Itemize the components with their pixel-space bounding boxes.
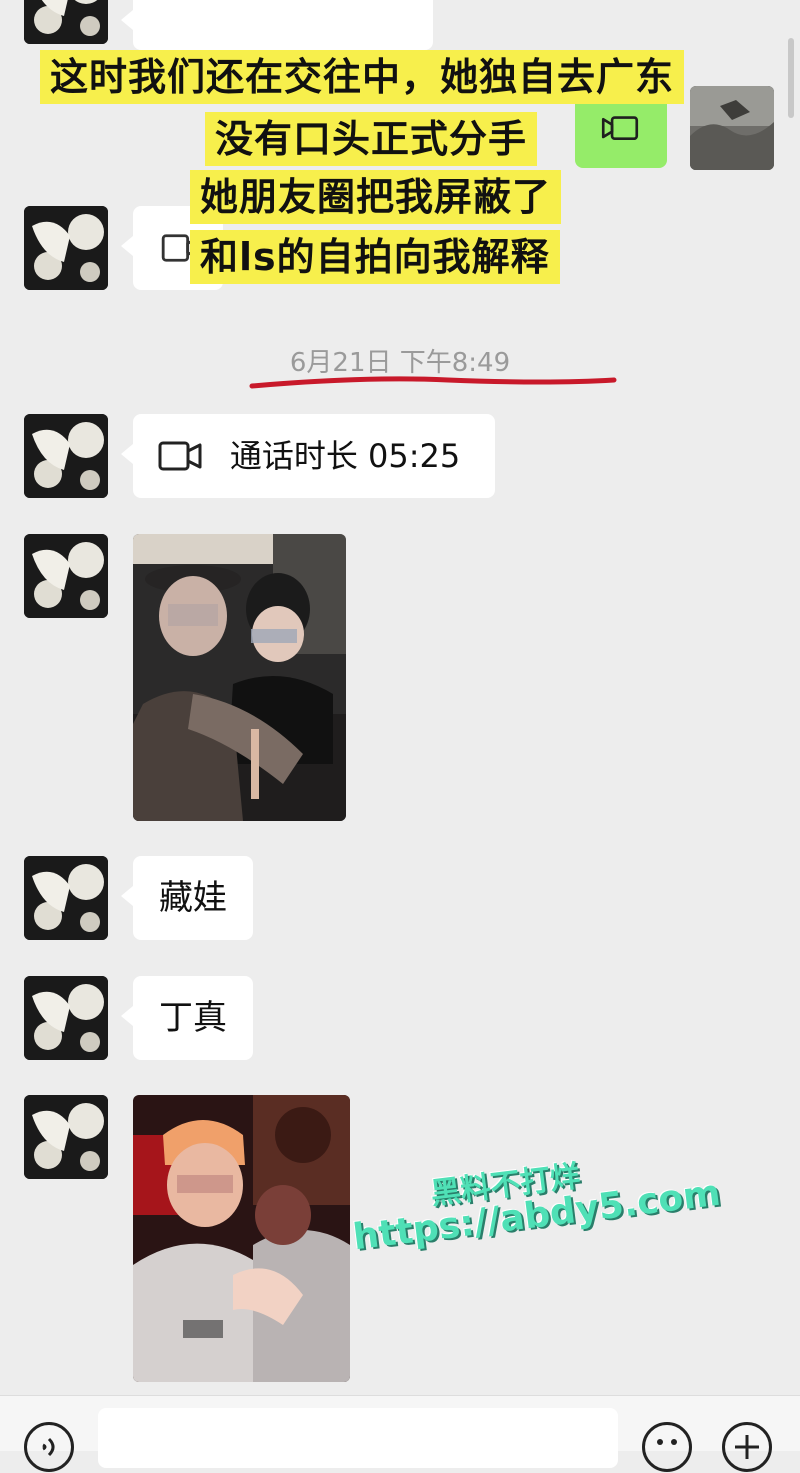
avatar-image — [24, 1095, 108, 1179]
text-message[interactable]: 丁真 — [121, 976, 253, 1060]
photo-image — [133, 534, 346, 821]
message-input[interactable] — [98, 1408, 618, 1468]
avatar-image — [690, 86, 774, 170]
message-bubble[interactable] — [121, 0, 433, 50]
input-bar — [0, 1395, 800, 1472]
caption-line-4: 和ls的自拍向我解释 — [190, 230, 560, 284]
voice-icon — [42, 1437, 55, 1457]
avatar-image — [24, 534, 108, 618]
avatar-image — [24, 206, 108, 290]
red-underline-annotation — [249, 376, 617, 389]
avatar[interactable] — [24, 0, 108, 44]
plus-button[interactable] — [722, 1422, 772, 1472]
avatar[interactable] — [24, 1095, 108, 1179]
photo-message[interactable] — [133, 1095, 350, 1382]
photo-image — [133, 1095, 350, 1382]
avatar[interactable] — [24, 414, 108, 498]
avatar-image — [24, 976, 108, 1060]
plus-icon — [735, 1435, 759, 1459]
avatar[interactable] — [24, 206, 108, 290]
message-text: 丁真 — [159, 998, 227, 1038]
avatar-image — [24, 0, 108, 44]
call-duration-bubble[interactable]: 通话时长 05:25 — [121, 414, 495, 498]
self-avatar[interactable] — [690, 86, 774, 170]
emoji-button[interactable] — [642, 1422, 692, 1472]
avatar-image — [24, 414, 108, 498]
avatar[interactable] — [24, 856, 108, 940]
caption-line-1: 这时我们还在交往中，她独自去广东 — [40, 50, 685, 104]
call-duration-label: 通话时长 05:25 — [229, 436, 461, 475]
emoji-icon — [657, 1439, 677, 1445]
scrollbar[interactable] — [788, 38, 794, 118]
voice-button[interactable] — [24, 1422, 74, 1472]
avatar-image — [24, 856, 108, 940]
photo-message[interactable] — [133, 534, 346, 821]
caption-line-2: 没有口头正式分手 — [205, 112, 538, 166]
avatar[interactable] — [24, 534, 108, 618]
text-message[interactable]: 藏娃 — [121, 856, 253, 940]
message-text: 藏娃 — [159, 878, 227, 918]
avatar[interactable] — [24, 976, 108, 1060]
video-camera-icon — [601, 116, 639, 141]
video-camera-icon — [158, 441, 202, 470]
caption-line-3: 她朋友圈把我屏蔽了 — [190, 170, 562, 224]
